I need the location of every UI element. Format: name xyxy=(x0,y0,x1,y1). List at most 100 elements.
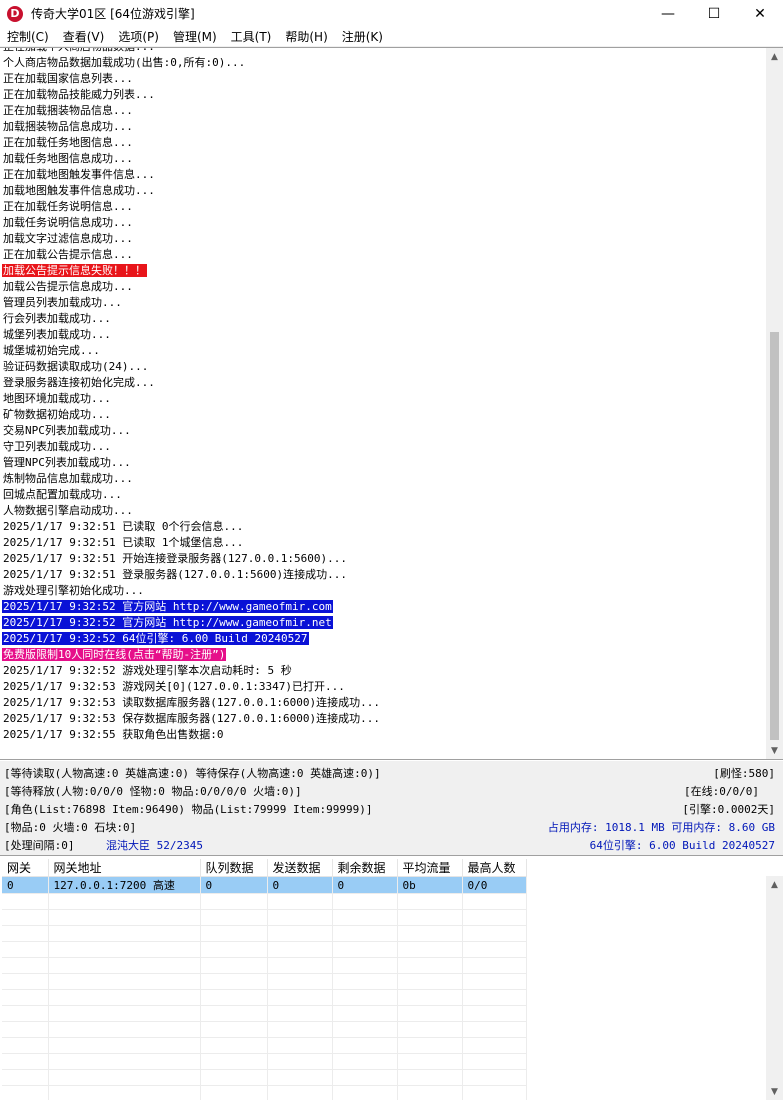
log-line: 2025/1/17 9:32:53 游戏网关[0](127.0.0.1:3347… xyxy=(2,679,762,695)
table-cell-empty xyxy=(397,989,463,1006)
log-text: 正在加载公告提示信息... xyxy=(3,248,133,261)
log-line: 正在加载任务说明信息... xyxy=(2,199,762,215)
table-row-empty[interactable] xyxy=(2,1021,527,1038)
log-line: 正在加载国家信息列表... xyxy=(2,71,762,87)
log-highlight-blue: 2025/1/17 9:32:52 64位引擎: 6.00 Build 2024… xyxy=(2,632,309,645)
log-line: 2025/1/17 9:32:53 读取数据库服务器(127.0.0.1:600… xyxy=(2,695,762,711)
table-cell-empty xyxy=(397,893,463,910)
table-cell-empty xyxy=(267,1021,333,1038)
log-text: 城堡城初始完成... xyxy=(3,344,100,357)
table-cell-empty xyxy=(2,957,49,974)
menu-view[interactable]: 查看(V) xyxy=(56,28,112,46)
table-cell-empty xyxy=(462,941,527,958)
log-line: 2025/1/17 9:32:52 64位引擎: 6.00 Build 2024… xyxy=(2,631,762,647)
log-text: 2025/1/17 9:32:51 已读取 1个城堡信息... xyxy=(3,536,244,549)
status-process-counter: 混沌大臣 52/2345 xyxy=(106,839,203,852)
minimize-button[interactable]: — xyxy=(645,0,691,27)
cell-remaining: 0 xyxy=(332,876,398,894)
log-lines: 正在加载个人商店物品数据... 个人商店物品数据加载成功(出售:0,所有:0)..… xyxy=(2,48,762,743)
table-row-empty[interactable] xyxy=(2,1005,527,1022)
table-cell-empty xyxy=(397,1005,463,1022)
status-memory: 占用内存: 1018.1 MB 可用内存: 8.60 GB xyxy=(547,821,775,834)
table-cell-empty xyxy=(267,925,333,942)
table-row-empty[interactable] xyxy=(2,1037,527,1054)
table-cell-empty xyxy=(397,909,463,926)
table-row-empty[interactable] xyxy=(2,909,527,926)
log-text: 加载文字过滤信息成功... xyxy=(3,232,133,245)
table-row-empty[interactable] xyxy=(2,973,527,990)
log-line: 守卫列表加载成功... xyxy=(2,439,762,455)
log-line: 管理NPC列表加载成功... xyxy=(2,455,762,471)
log-line: 正在加载物品技能威力列表... xyxy=(2,87,762,103)
table-cell-empty xyxy=(48,941,201,958)
scroll-down-icon[interactable]: ▼ xyxy=(766,742,783,759)
table-row-empty[interactable] xyxy=(2,957,527,974)
scroll-up-icon[interactable]: ▲ xyxy=(766,876,783,893)
log-text: 正在加载捆装物品信息... xyxy=(3,104,133,117)
table-cell-empty xyxy=(462,1085,527,1100)
scroll-up-icon[interactable]: ▲ xyxy=(766,48,783,65)
table-row-empty[interactable] xyxy=(2,941,527,958)
table-cell-empty xyxy=(332,1037,398,1054)
table-row-empty[interactable] xyxy=(2,989,527,1006)
table-cell-empty xyxy=(48,925,201,942)
log-line: 人物数据引擎启动成功... xyxy=(2,503,762,519)
table-row[interactable]: 0 127.0.0.1:7200 高速 0 0 0 0b 0/0 xyxy=(2,876,527,894)
maximize-button[interactable]: ☐ xyxy=(691,0,737,27)
table-cell-empty xyxy=(2,1069,49,1086)
status-engine-version: 64位引擎: 6.00 Build 20240527 xyxy=(589,839,775,852)
menu-help[interactable]: 帮助(H) xyxy=(278,28,334,46)
table-cell-empty xyxy=(397,1053,463,1070)
col-gateway[interactable]: 网关 xyxy=(2,859,49,877)
log-line: 2025/1/17 9:32:51 登录服务器(127.0.0.1:5600)连… xyxy=(2,567,762,583)
col-queue-data[interactable]: 队列数据 xyxy=(200,859,268,877)
menu-tools[interactable]: 工具(T) xyxy=(224,28,279,46)
log-text: 2025/1/17 9:32:51 开始连接登录服务器(127.0.0.1:56… xyxy=(3,552,348,565)
table-cell-empty xyxy=(200,957,268,974)
menu-control[interactable]: 控制(C) xyxy=(0,28,56,46)
table-row-empty[interactable] xyxy=(2,1053,527,1070)
log-text: 地图环境加载成功... xyxy=(3,392,111,405)
log-text: 矿物数据初始成功... xyxy=(3,408,111,421)
col-avg-traffic[interactable]: 平均流量 xyxy=(397,859,463,877)
menu-manage[interactable]: 管理(M) xyxy=(166,28,224,46)
menu-register[interactable]: 注册(K) xyxy=(335,28,390,46)
table-row-empty[interactable] xyxy=(2,1069,527,1086)
table-cell-empty xyxy=(267,973,333,990)
title-bar[interactable]: D 传奇大学01区 [64位游戏引擎] — ☐ ✕ xyxy=(0,0,783,27)
log-text: 守卫列表加载成功... xyxy=(3,440,111,453)
log-line: 个人商店物品数据加载成功(出售:0,所有:0)... xyxy=(2,55,762,71)
scrollbar-thumb[interactable] xyxy=(770,332,779,740)
log-line: 城堡列表加载成功... xyxy=(2,327,762,343)
log-output[interactable]: 正在加载个人商店物品数据... 个人商店物品数据加载成功(出售:0,所有:0)..… xyxy=(0,47,783,760)
table-scrollbar[interactable]: ▲ ▼ xyxy=(766,876,783,1100)
table-cell-empty xyxy=(332,925,398,942)
menu-options[interactable]: 选项(P) xyxy=(111,28,166,46)
col-gateway-address[interactable]: 网关地址 xyxy=(48,859,201,877)
close-button[interactable]: ✕ xyxy=(737,0,783,27)
col-max-players[interactable]: 最高人数 xyxy=(462,859,527,877)
table-cell-empty xyxy=(332,1053,398,1070)
log-text: 正在加载物品技能威力列表... xyxy=(3,88,155,101)
scroll-down-icon[interactable]: ▼ xyxy=(766,1083,783,1100)
log-text: 正在加载个人商店物品数据... xyxy=(2,48,156,53)
table-cell-empty xyxy=(2,1085,49,1100)
gateway-list[interactable]: 网关 网关地址 队列数据 发送数据 剩余数据 平均流量 最高人数 0 127.0… xyxy=(0,857,783,1100)
log-text: 行会列表加载成功... xyxy=(3,312,111,325)
col-send-data[interactable]: 发送数据 xyxy=(267,859,333,877)
log-scrollbar[interactable]: ▲ ▼ xyxy=(766,48,783,759)
table-cell-empty xyxy=(332,989,398,1006)
col-remaining-data[interactable]: 剩余数据 xyxy=(332,859,398,877)
table-row-empty[interactable] xyxy=(2,1085,527,1100)
table-cell-empty xyxy=(48,1053,201,1070)
menu-bar: 控制(C) 查看(V) 选项(P) 管理(M) 工具(T) 帮助(H) 注册(K… xyxy=(0,27,783,47)
log-text: 正在加载任务地图信息... xyxy=(3,136,133,149)
table-cell-empty xyxy=(200,1005,268,1022)
table-cell-empty xyxy=(48,973,201,990)
log-text: 回城点配置加载成功... xyxy=(3,488,122,501)
table-cell-empty xyxy=(200,925,268,942)
table-row-empty[interactable] xyxy=(2,893,527,910)
table-cell-empty xyxy=(267,1069,333,1086)
table-row-empty[interactable] xyxy=(2,925,527,942)
table-cell-empty xyxy=(48,989,201,1006)
